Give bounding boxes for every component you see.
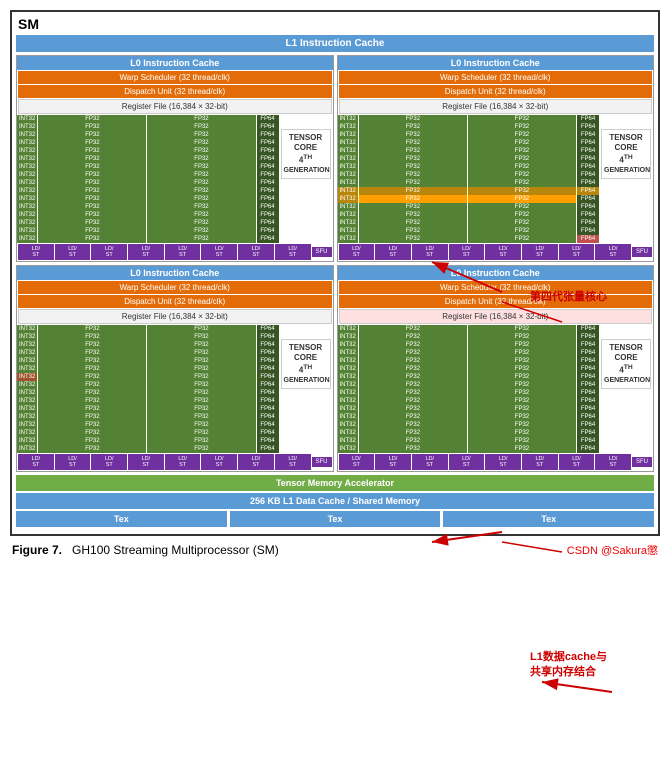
register-file-bl: Register File (16,384 × 32-bit) (18, 309, 332, 324)
tensor-generation-tr: GENERATION (604, 166, 648, 175)
tensor-generation-bl: GENERATION (284, 376, 328, 385)
tensor-gen-br: 4TH (604, 364, 648, 376)
warp-scheduler-bl: Warp Scheduler (32 thread/clk) (18, 281, 332, 294)
compute-units-bl: INT32FP32FP32FP64 INT32FP32FP32FP64 INT3… (17, 325, 333, 470)
tensor-gen-tl: 4TH (284, 154, 328, 166)
tensor-core-label-tr: TENSOR CORE (604, 133, 648, 154)
figure-label: Figure 7. GH100 Streaming Multiprocessor… (12, 543, 279, 557)
l0-cache-tl: L0 Instruction Cache (17, 56, 333, 70)
tensor-memory-accelerator: Tensor Memory Accelerator (16, 475, 654, 491)
quadrant-top-left: L0 Instruction Cache Warp Scheduler (32 … (16, 55, 334, 262)
l1-instruction-cache-top: L1 Instruction Cache (16, 35, 654, 52)
tensor-generation-br: GENERATION (604, 376, 648, 385)
l0-cache-bl: L0 Instruction Cache (17, 266, 333, 280)
tensor-core-label-tl: TENSOR CORE (284, 133, 328, 154)
annotation-tensor-core: 第四代张量核心 (530, 290, 607, 305)
quadrant-bottom-left: L0 Instruction Cache Warp Scheduler (32 … (16, 265, 334, 472)
sfu-tr: SFU (632, 247, 652, 257)
dispatch-unit-tr: Dispatch Unit (32 thread/clk) (339, 85, 653, 98)
dispatch-unit-tl: Dispatch Unit (32 thread/clk) (18, 85, 332, 98)
tensor-generation-tl: GENERATION (284, 166, 328, 175)
main-container: SM L1 Instruction Cache L0 Instruction C… (10, 10, 660, 536)
l0-cache-tr: L0 Instruction Cache (338, 56, 654, 70)
annotation-l1-cache: L1数据cache与共享内存结合 (530, 650, 650, 681)
register-file-tr: Register File (16,384 × 32-bit) (339, 99, 653, 114)
sfu-br: SFU (632, 457, 652, 467)
quadrant-top-right: L0 Instruction Cache Warp Scheduler (32 … (337, 55, 655, 262)
register-file-tl: Register File (16,384 × 32-bit) (18, 99, 332, 114)
compute-units-br: INT32FP32FP32FP64 INT32FP32FP32FP64 INT3… (338, 325, 654, 470)
l1-data-cache: 256 KB L1 Data Cache / Shared Memory (16, 493, 654, 509)
figure-caption: Figure 7. GH100 Streaming Multiprocessor… (10, 542, 660, 558)
tex-3: Tex (443, 511, 654, 527)
sfu-bl: SFU (312, 457, 332, 467)
compute-units-tr: INT32FP32FP32FP64 INT32FP32FP32FP64 INT3… (338, 115, 654, 260)
dispatch-unit-bl: Dispatch Unit (32 thread/clk) (18, 295, 332, 308)
csdn-credit: CSDN @Sakura懲 (567, 542, 658, 558)
sm-label: SM (16, 16, 654, 32)
tex-1: Tex (16, 511, 227, 527)
warp-scheduler-tl: Warp Scheduler (32 thread/clk) (18, 71, 332, 84)
tensor-gen-bl: 4TH (284, 364, 328, 376)
sfu-tl: SFU (312, 247, 332, 257)
l0-cache-br: L0 Instruction Cache (338, 266, 654, 280)
compute-units-tl: INT32FP32FP32FP64 INT32FP32FP32FP64 INT3… (17, 115, 333, 260)
tex-2: Tex (230, 511, 441, 527)
warp-scheduler-tr: Warp Scheduler (32 thread/clk) (339, 71, 653, 84)
register-file-br: Register File (16,384 × 32-bit) (339, 309, 653, 324)
tensor-gen-tr: 4TH (604, 154, 648, 166)
tex-row: Tex Tex Tex (16, 511, 654, 527)
tensor-core-label-bl: TENSOR CORE (284, 343, 328, 364)
tensor-core-label-br: TENSOR CORE (604, 343, 648, 364)
